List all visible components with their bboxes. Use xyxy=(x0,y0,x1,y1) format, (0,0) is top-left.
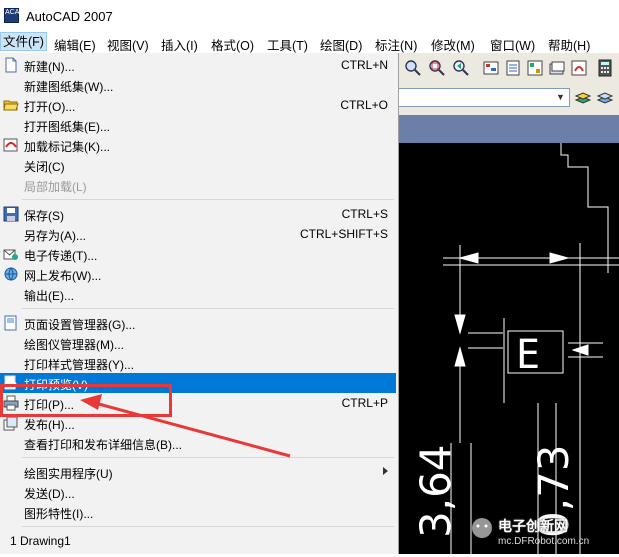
watermark-site: mc.DFRobot.com.cn xyxy=(498,536,590,547)
watermark-brand: 电子创新网 xyxy=(498,518,568,534)
watermark: 电子创新网 mc.DFRobot.com.cn xyxy=(458,508,619,554)
annotation-arrow xyxy=(80,394,291,458)
